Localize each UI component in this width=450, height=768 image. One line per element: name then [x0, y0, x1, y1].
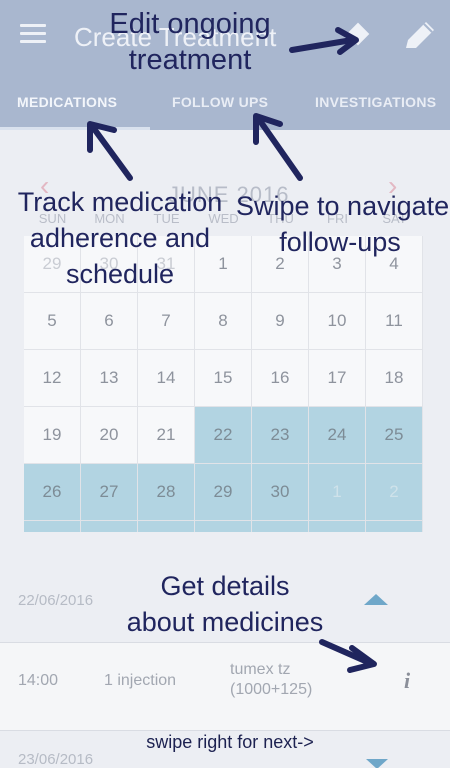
calendar-day[interactable]: 26: [24, 464, 80, 520]
calendar-day[interactable]: 27: [81, 464, 137, 520]
calendar-day[interactable]: 28: [138, 464, 194, 520]
tip-medicine-details: Get details about medicines: [120, 568, 330, 640]
calendar-day[interactable]: 5: [24, 293, 80, 349]
tip-line: Swipe to navigate: [236, 191, 450, 221]
tab-bar: MEDICATIONS FOLLOW UPS INVESTIGATIONS: [0, 74, 450, 130]
tip-line: about medicines: [126, 607, 324, 637]
tip-line: Edit ongoing: [109, 8, 271, 40]
calendar-day[interactable]: 8: [195, 293, 251, 349]
tab-investigations[interactable]: INVESTIGATIONS: [315, 94, 436, 110]
tip-line: follow-ups: [279, 227, 401, 257]
calendar-day[interactable]: 23: [252, 407, 308, 463]
calendar-day[interactable]: [81, 521, 137, 532]
info-icon[interactable]: i: [404, 668, 410, 694]
arrow-to-medications-tab: [89, 123, 133, 181]
menu-icon[interactable]: [20, 24, 46, 46]
tip-line: schedule: [65, 259, 175, 289]
chevron-up-icon[interactable]: [364, 594, 388, 605]
calendar-day[interactable]: 24: [309, 407, 365, 463]
tip-swipe-follow-ups: Swipe to navigate follow-ups: [236, 188, 450, 260]
tip-track-medication: Track medication adherence and schedule: [0, 184, 240, 292]
diamond-icon[interactable]: [346, 22, 370, 46]
calendar-day[interactable]: 19: [24, 407, 80, 463]
calendar-day[interactable]: 2: [366, 464, 422, 520]
tip-line: treatment: [128, 44, 252, 76]
tip-line: adherence and: [29, 223, 211, 253]
schedule-date: 23/06/2016: [18, 751, 94, 768]
dose-quantity: 1 injection: [104, 672, 177, 689]
dose-medicine: tumex tz (1000+125): [230, 660, 312, 700]
calendar-day[interactable]: 20: [81, 407, 137, 463]
dose-time: 14:00: [18, 672, 59, 689]
calendar-day[interactable]: 29: [195, 464, 251, 520]
calendar-day[interactable]: 22: [195, 407, 251, 463]
calendar-day[interactable]: 6: [81, 293, 137, 349]
dose-medicine-strength: (1000+125): [230, 681, 313, 698]
calendar-day[interactable]: 12: [24, 350, 80, 406]
calendar-day[interactable]: [138, 521, 194, 532]
calendar-day[interactable]: 11: [366, 293, 422, 349]
calendar-day[interactable]: [24, 521, 80, 532]
tab-medications[interactable]: MEDICATIONS: [17, 94, 117, 110]
calendar-day[interactable]: 7: [138, 293, 194, 349]
chevron-down-icon[interactable]: [366, 759, 388, 768]
dose-medicine-name: tumex tz: [230, 661, 291, 678]
tip-line: Get details: [160, 571, 290, 601]
tip-edit-treatment: Edit ongoing treatment: [70, 6, 310, 78]
calendar-day[interactable]: 30: [252, 464, 308, 520]
calendar-day[interactable]: 15: [195, 350, 251, 406]
tab-indicator: [0, 127, 150, 130]
pencil-icon[interactable]: [400, 18, 440, 54]
divider: [0, 642, 450, 643]
calendar-day[interactable]: [195, 521, 251, 532]
calendar-day[interactable]: [252, 521, 308, 532]
tab-follow-ups[interactable]: FOLLOW UPS: [172, 94, 268, 110]
calendar-day[interactable]: 1: [309, 464, 365, 520]
schedule-date: 22/06/2016: [18, 592, 94, 609]
tip-swipe-next[interactable]: swipe right for next->: [120, 730, 340, 754]
calendar-day[interactable]: 14: [138, 350, 194, 406]
calendar-day[interactable]: 25: [366, 407, 422, 463]
calendar-day[interactable]: 18: [366, 350, 422, 406]
calendar-day[interactable]: 17: [309, 350, 365, 406]
calendar-day[interactable]: 13: [81, 350, 137, 406]
calendar-day[interactable]: [366, 521, 422, 532]
calendar-day[interactable]: 21: [138, 407, 194, 463]
calendar-day[interactable]: [309, 521, 365, 532]
calendar-day[interactable]: 16: [252, 350, 308, 406]
dose-row[interactable]: [0, 642, 450, 730]
calendar-day[interactable]: 10: [309, 293, 365, 349]
calendar-day[interactable]: 9: [252, 293, 308, 349]
tip-line: Track medication: [17, 187, 223, 217]
